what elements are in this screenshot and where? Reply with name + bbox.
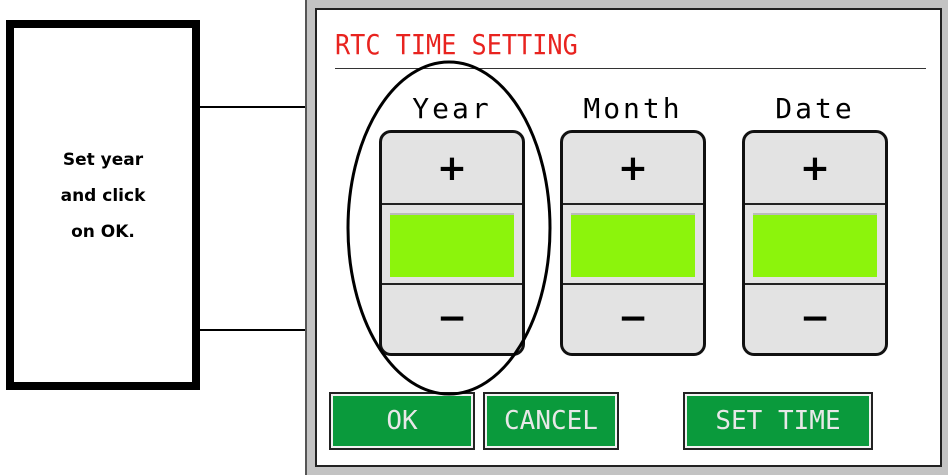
rtc-screen-panel: RTC TIME SETTING Year + − Month + − Date…: [305, 0, 948, 475]
date-plus-button[interactable]: +: [745, 133, 885, 203]
year-column: Year + −: [379, 88, 525, 356]
callout-text: Set year and click on OK.: [60, 150, 146, 242]
month-column: Month + −: [560, 88, 706, 356]
month-plus-button[interactable]: +: [563, 133, 703, 203]
year-spinner: + −: [379, 130, 525, 356]
ok-button[interactable]: OK: [331, 394, 473, 448]
date-spinner: + −: [742, 130, 888, 356]
year-label: Year: [412, 92, 492, 125]
date-column: Date + −: [742, 88, 888, 356]
month-value-field: [571, 213, 695, 277]
cancel-button[interactable]: CANCEL: [485, 394, 617, 448]
month-label: Month: [583, 92, 683, 125]
year-minus-button[interactable]: −: [382, 283, 522, 353]
year-separator-top: [382, 203, 522, 205]
date-value-field: [753, 213, 877, 277]
date-separator-top: [745, 203, 885, 205]
instruction-callout: Set year and click on OK.: [6, 20, 200, 390]
year-value-field: [390, 213, 514, 277]
month-minus-button[interactable]: −: [563, 283, 703, 353]
date-label: Date: [775, 92, 855, 125]
screen-title: RTC TIME SETTING: [335, 28, 578, 61]
year-plus-button[interactable]: +: [382, 133, 522, 203]
month-spinner: + −: [560, 130, 706, 356]
set-time-button[interactable]: SET TIME: [685, 394, 871, 448]
date-minus-button[interactable]: −: [745, 283, 885, 353]
title-divider: [335, 68, 926, 69]
month-separator-top: [563, 203, 703, 205]
